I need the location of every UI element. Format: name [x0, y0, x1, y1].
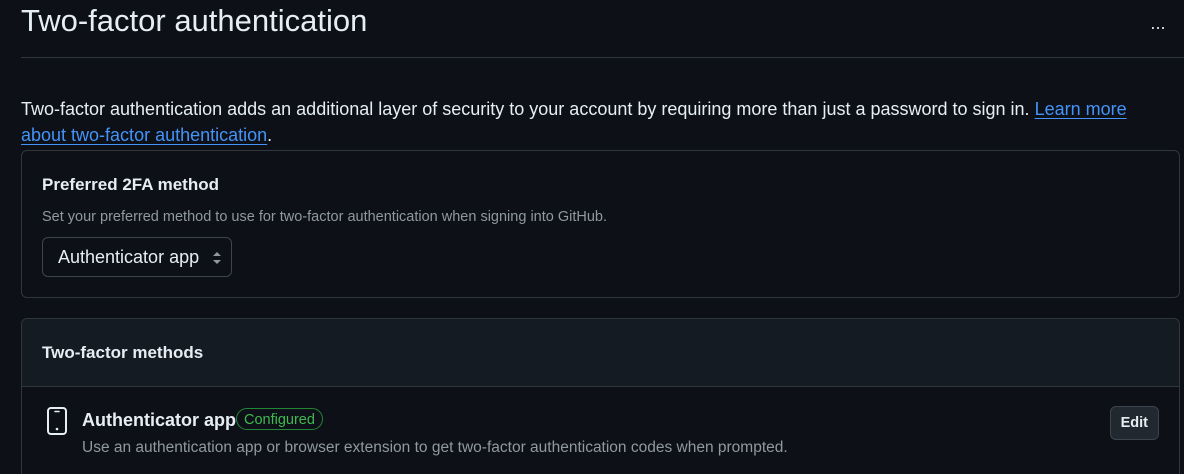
method-description: Use an authentication app or browser ext…: [82, 439, 788, 456]
methods-title: Two-factor methods: [42, 343, 204, 362]
page-title: Two-factor authentication: [21, 3, 368, 38]
method-row-authenticator-app: Authenticator app Configured Use an auth…: [22, 387, 1179, 474]
edit-button[interactable]: Edit: [1109, 406, 1159, 440]
methods-header: Two-factor methods: [22, 319, 1179, 387]
intro-trailing: .: [267, 125, 273, 145]
page-header: Two-factor authentication ...: [21, 0, 1184, 58]
mobile-device-icon: [47, 407, 67, 435]
two-factor-methods-box: Two-factor methods Authenticator app Con…: [21, 318, 1180, 474]
preferred-method-description: Set your preferred method to use for two…: [42, 209, 608, 225]
method-name: Authenticator app: [82, 410, 237, 430]
status-badge: Configured: [236, 408, 323, 430]
intro-paragraph: Two-factor authentication adds an additi…: [21, 96, 1171, 148]
more-options-button[interactable]: ...: [1146, 12, 1170, 36]
intro-text: Two-factor authentication adds an additi…: [21, 99, 1035, 119]
preferred-method-select[interactable]: Authenticator app: [42, 237, 233, 277]
select-caret-icon: [213, 252, 222, 264]
preferred-method-title: Preferred 2FA method: [42, 175, 219, 194]
preferred-method-box: Preferred 2FA method Set your preferred …: [21, 150, 1180, 298]
preferred-method-value: Authenticator app: [58, 247, 200, 267]
two-factor-settings-page: Two-factor authentication ... Two-factor…: [0, 0, 1184, 474]
